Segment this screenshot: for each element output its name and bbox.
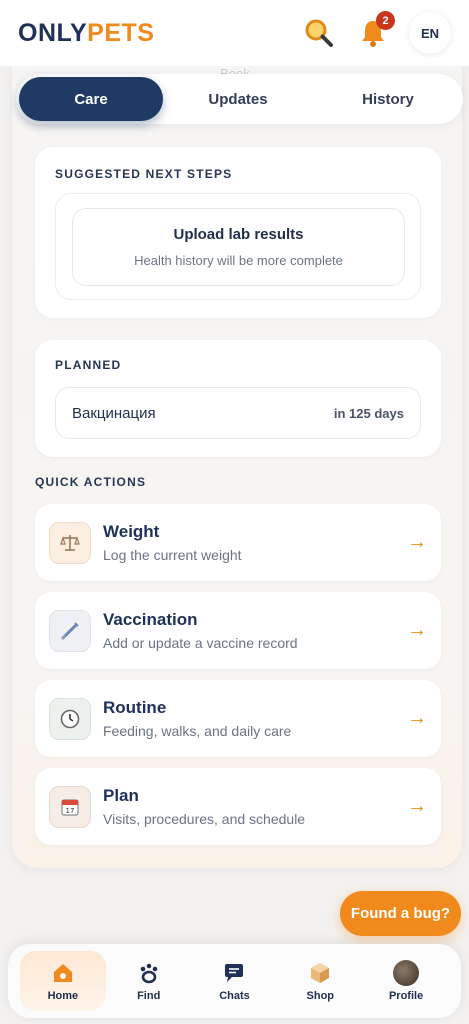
tab-updates[interactable]: Updates	[163, 77, 313, 121]
app-header: ONLY PETS 2 EN	[0, 0, 469, 66]
quick-action-vaccination[interactable]: Vaccination Add or update a vaccine reco…	[35, 592, 441, 669]
scale-icon	[49, 521, 91, 564]
suggested-steps-card: SUGGESTED NEXT STEPS Upload lab results …	[35, 147, 441, 318]
logo-prefix: ONLY	[18, 18, 88, 47]
quick-action-subtitle: Log the current weight	[103, 547, 242, 563]
bottom-nav: Home Find Chats Shop Profile	[8, 944, 461, 1018]
box-icon	[307, 960, 333, 986]
arrow-right-icon: →	[407, 531, 427, 553]
tab-care[interactable]: Care	[19, 77, 163, 121]
nav-label: Profile	[388, 990, 424, 1002]
avatar	[393, 960, 420, 986]
suggested-steps-title: SUGGESTED NEXT STEPS	[55, 167, 233, 181]
quick-action-subtitle: Visits, procedures, and schedule	[103, 811, 306, 827]
nav-label: Shop	[306, 990, 335, 1002]
planned-card: PLANNED Вакцинация in 125 days	[35, 340, 441, 457]
quick-action-subtitle: Add or update a vaccine record	[103, 635, 298, 651]
nav-label: Find	[137, 990, 161, 1002]
search-icon	[305, 19, 333, 47]
nav-shop[interactable]: Shop	[277, 951, 363, 1011]
suggested-steps-container: Upload lab results Health history will b…	[55, 193, 421, 300]
arrow-right-icon: →	[407, 707, 427, 729]
suggested-item-subtitle: Health history will be more complete	[134, 253, 343, 268]
logo[interactable]: ONLY PETS	[18, 19, 154, 48]
tab-bar: Care Updates History	[16, 74, 463, 124]
planned-title: PLANNED	[55, 358, 122, 372]
quick-action-subtitle: Feeding, walks, and daily care	[103, 723, 292, 739]
quick-action-title: Weight	[103, 522, 160, 541]
calendar-icon: 17	[49, 785, 91, 828]
quick-actions-title: QUICK ACTIONS	[35, 475, 147, 489]
planned-item[interactable]: Вакцинация in 125 days	[55, 387, 421, 439]
quick-action-title: Routine	[103, 698, 167, 717]
quick-action-title: Vaccination	[103, 610, 198, 629]
suggested-item-title: Upload lab results	[173, 226, 304, 243]
nav-home[interactable]: Home	[20, 951, 106, 1011]
chat-icon	[221, 960, 247, 986]
home-icon	[50, 960, 76, 986]
svg-text:17: 17	[66, 807, 75, 815]
clock-icon	[49, 697, 91, 740]
paw-icon	[136, 960, 162, 986]
nav-profile[interactable]: Profile	[363, 951, 449, 1011]
arrow-right-icon: →	[407, 619, 427, 641]
search-button[interactable]	[301, 15, 337, 51]
quick-action-routine[interactable]: Routine Feeding, walks, and daily care →	[35, 680, 441, 757]
notifications-button[interactable]: 2	[355, 11, 395, 51]
quick-action-title: Plan	[103, 786, 139, 805]
report-bug-button[interactable]: Found a bug?	[340, 891, 461, 936]
notification-badge: 2	[376, 11, 395, 30]
logo-suffix: PETS	[87, 18, 155, 47]
nav-find[interactable]: Find	[106, 951, 192, 1011]
planned-item-name: Вакцинация	[72, 404, 156, 422]
quick-action-plan[interactable]: 17 Plan Visits, procedures, and schedule…	[35, 768, 441, 845]
tab-history[interactable]: History	[313, 77, 463, 121]
language-switcher[interactable]: EN	[409, 12, 451, 54]
nav-label: Chats	[219, 990, 250, 1002]
arrow-right-icon: →	[407, 795, 427, 817]
upload-lab-results-item[interactable]: Upload lab results Health history will b…	[72, 208, 405, 286]
nav-chats[interactable]: Chats	[192, 951, 278, 1011]
syringe-icon	[49, 609, 91, 652]
planned-item-when: in 125 days	[333, 405, 404, 421]
nav-label: Home	[47, 990, 79, 1002]
quick-action-weight[interactable]: Weight Log the current weight →	[35, 504, 441, 581]
